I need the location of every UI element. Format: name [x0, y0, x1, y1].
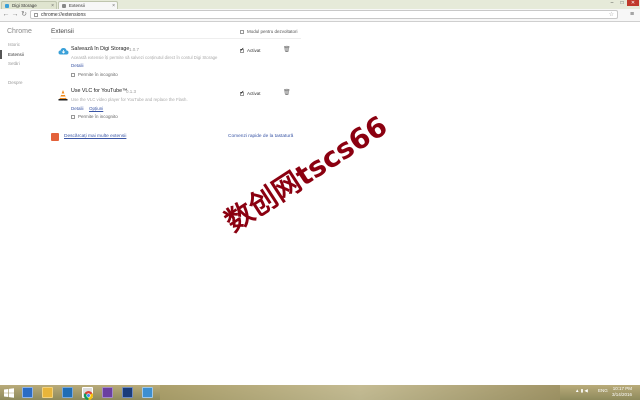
tab-digi-storage[interactable]: Digi Storage ×	[1, 1, 57, 9]
sidebar-item-extensions[interactable]: Extensii	[8, 52, 24, 57]
app-icon[interactable]	[142, 387, 153, 398]
extension-options-link[interactable]: Opțiuni	[89, 106, 103, 111]
sidebar-selection-indicator	[0, 50, 2, 59]
page-icon	[34, 13, 38, 17]
remove-extension-trash-icon[interactable]: 🗑	[283, 46, 291, 53]
clock-date: 3/14/2016	[612, 392, 633, 397]
enabled-label: Activat	[247, 91, 261, 96]
extension-details-link[interactable]: Detalii	[71, 106, 84, 111]
close-tab-icon[interactable]: ×	[112, 2, 115, 9]
enabled-checkbox[interactable]	[240, 90, 244, 96]
chrome-logo-icon	[83, 391, 94, 400]
browser-toolbar: ← → ↻ chrome://extensions ☆ ≡	[0, 9, 640, 22]
tray-icons[interactable]: ▲ ▮ ◀	[575, 388, 588, 394]
sidebar-title: Chrome	[7, 28, 32, 35]
watermark-text: 数创网tscs66	[218, 109, 394, 239]
incognito-checkbox[interactable]	[71, 114, 75, 119]
extension-name: Salvează în Digi Storage	[71, 46, 130, 52]
enabled-toggle[interactable]: Activat	[240, 90, 261, 96]
address-bar[interactable]: chrome://extensions ☆	[30, 10, 618, 19]
close-tab-icon[interactable]: ×	[51, 2, 54, 9]
extension-description: Use the VLC video player for YouTube and…	[71, 97, 188, 102]
app-icon[interactable]	[102, 387, 113, 398]
url-text: chrome://extensions	[41, 12, 86, 18]
extension-details-link[interactable]: Detalii	[71, 63, 84, 68]
incognito-label: Permite în incognito	[78, 114, 118, 119]
app-icon[interactable]	[122, 387, 133, 398]
tab-extensions[interactable]: Extensii ×	[58, 1, 118, 9]
developer-mode-label: Modul pentru dezvoltatori	[247, 29, 298, 34]
sidebar-item-settings[interactable]: Setări	[8, 61, 20, 66]
taskbar-wallpaper	[160, 385, 560, 400]
chrome-icon[interactable]	[82, 387, 94, 400]
vlc-cone-icon	[58, 90, 68, 101]
language-indicator[interactable]: ENG	[598, 388, 608, 393]
chrome-menu-icon[interactable]: ≡	[628, 10, 636, 20]
web-store-icon	[51, 133, 59, 141]
tab-label: Digi Storage	[12, 3, 37, 8]
developer-mode-checkbox[interactable]	[240, 29, 244, 34]
internet-explorer-icon[interactable]	[22, 387, 33, 398]
incognito-checkbox[interactable]	[71, 72, 75, 77]
forward-icon[interactable]: →	[11, 10, 19, 20]
reload-icon[interactable]: ↻	[20, 10, 28, 20]
developer-mode-toggle[interactable]: Modul pentru dezvoltatori	[240, 29, 298, 34]
system-clock[interactable]: 10:17 PM 3/14/2016	[612, 386, 632, 398]
extension-description: Această extensie îți permite să salvezi …	[71, 55, 218, 60]
enabled-label: Activat	[247, 48, 261, 53]
minimize-icon[interactable]: –	[607, 0, 617, 6]
extension-name: Use VLC for YouTube™	[71, 88, 128, 94]
digi-storage-favicon-icon	[5, 4, 9, 8]
tab-label: Extensii	[69, 3, 85, 8]
sidebar-item-about[interactable]: Despre	[8, 80, 23, 85]
extension-version: 1.0.7	[129, 47, 140, 52]
incognito-toggle[interactable]: Permite în incognito	[71, 114, 118, 119]
tab-strip: Digi Storage × Extensii × – □ ✕	[0, 0, 640, 9]
remove-extension-trash-icon[interactable]: 🗑	[283, 89, 291, 96]
taskbar	[0, 385, 640, 400]
word-icon[interactable]	[62, 387, 73, 398]
back-icon[interactable]: ←	[2, 10, 10, 20]
incognito-toggle[interactable]: Permite în incognito	[71, 72, 118, 77]
keyboard-shortcuts-link[interactable]: Comenzi rapide de la tastatură	[228, 134, 293, 139]
header-divider	[51, 38, 301, 39]
extensions-favicon-icon	[62, 4, 66, 8]
incognito-label: Permite în incognito	[78, 72, 118, 77]
page-title: Extensii	[51, 28, 74, 35]
close-window-icon[interactable]: ✕	[627, 0, 639, 6]
maximize-icon[interactable]: □	[617, 0, 627, 6]
get-more-extensions-link[interactable]: Descărcați mai multe extensii	[64, 134, 126, 139]
bookmark-star-icon[interactable]: ☆	[609, 11, 614, 19]
file-explorer-icon[interactable]	[42, 387, 53, 398]
extension-version: 0.1.3	[126, 89, 137, 94]
enabled-toggle[interactable]: Activat	[240, 47, 261, 53]
enabled-checkbox[interactable]	[240, 47, 244, 53]
sidebar-item-history[interactable]: Istoric	[8, 42, 20, 47]
windows-start-icon[interactable]	[4, 388, 14, 398]
digi-storage-cloud-icon	[58, 48, 69, 55]
